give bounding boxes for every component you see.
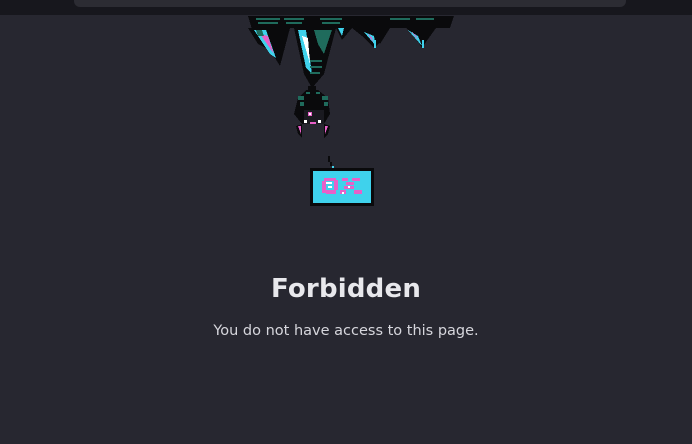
bat-icon [294,86,330,138]
error-page: Forbidden You do not have access to this… [0,0,692,444]
sign-string-icon [328,156,334,170]
error-message: You do not have access to this page. [213,323,479,339]
page-title: Forbidden [270,274,422,304]
stalactites-icon [248,16,454,88]
top-bar [0,0,692,15]
bat-illustration [240,14,460,214]
top-bar-tab [74,0,626,7]
sign-icon [310,168,374,206]
